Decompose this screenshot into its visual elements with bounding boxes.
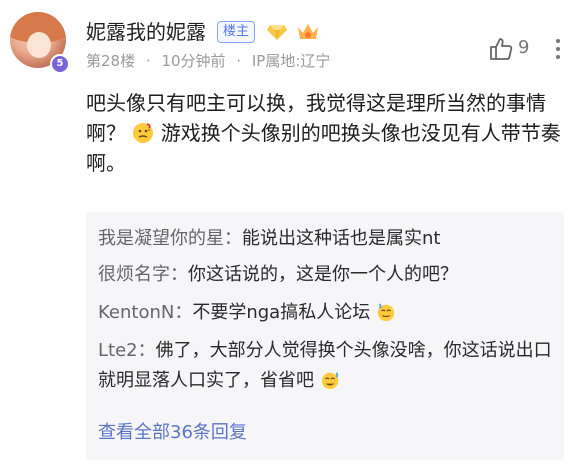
- crown-icon: [298, 24, 318, 39]
- meta-dot: ·: [236, 52, 242, 70]
- ip-location: IP属地:辽宁: [251, 52, 331, 70]
- reply-text: 你这话说的，这是你一个人的吧？: [188, 264, 458, 285]
- sweat-emoji: [377, 303, 395, 322]
- meta-dot: ·: [145, 52, 151, 70]
- host-tag: 楼主: [217, 21, 256, 43]
- like-count: 9: [518, 37, 530, 58]
- reply-author[interactable]: KentonN：: [98, 302, 192, 323]
- reply-author[interactable]: Lte2：: [98, 340, 156, 361]
- avatar-face: [27, 32, 51, 58]
- diamond-icon: [267, 25, 287, 40]
- view-all-replies-link[interactable]: 查看全部36条回复: [98, 418, 247, 444]
- reply-text: 不要学nga搞私人论坛: [192, 302, 371, 323]
- time-label: 10分钟前: [161, 52, 226, 70]
- post-meta: 第28楼 · 10分钟前 · IP属地:辽宁: [86, 50, 336, 71]
- post-content: 吧头像只有吧主可以换，我觉得这是理所当然的事情啊？ 游戏换个头像别的吧换头像也没…: [86, 88, 564, 178]
- level-badge: 5: [50, 54, 70, 74]
- reply-item[interactable]: Lte2：佛了，大部分人觉得换个头像没啥，你这话说出口就明显落人口实了，省省吧: [98, 336, 558, 396]
- thumbs-up-icon[interactable]: [488, 36, 514, 62]
- reply-item[interactable]: 我是凝望你的星：能说出这种话也是属实nt: [98, 224, 558, 254]
- reply-item[interactable]: KentonN：不要学nga搞私人论坛: [98, 298, 558, 328]
- floor-label: 第28楼: [86, 52, 136, 70]
- username[interactable]: 妮露我的妮露: [86, 16, 206, 45]
- reply-author[interactable]: 我是凝望你的星：: [98, 228, 242, 249]
- sweat-emoji: [321, 372, 338, 390]
- reply-author[interactable]: 很烦名字：: [98, 264, 188, 285]
- post-text: 游戏换个头像别的吧换头像也没见有人带节奏啊。: [86, 121, 561, 175]
- replies-panel: 我是凝望你的星：能说出这种话也是属实nt 很烦名字：你这话说的，这是你一个人的吧…: [86, 212, 564, 460]
- reply-item[interactable]: 很烦名字：你这话说的，这是你一个人的吧？: [98, 260, 558, 290]
- reply-text: 能说出这种话也是属实nt: [242, 228, 441, 249]
- more-icon[interactable]: [554, 36, 562, 62]
- thinking-emoji: [133, 123, 154, 143]
